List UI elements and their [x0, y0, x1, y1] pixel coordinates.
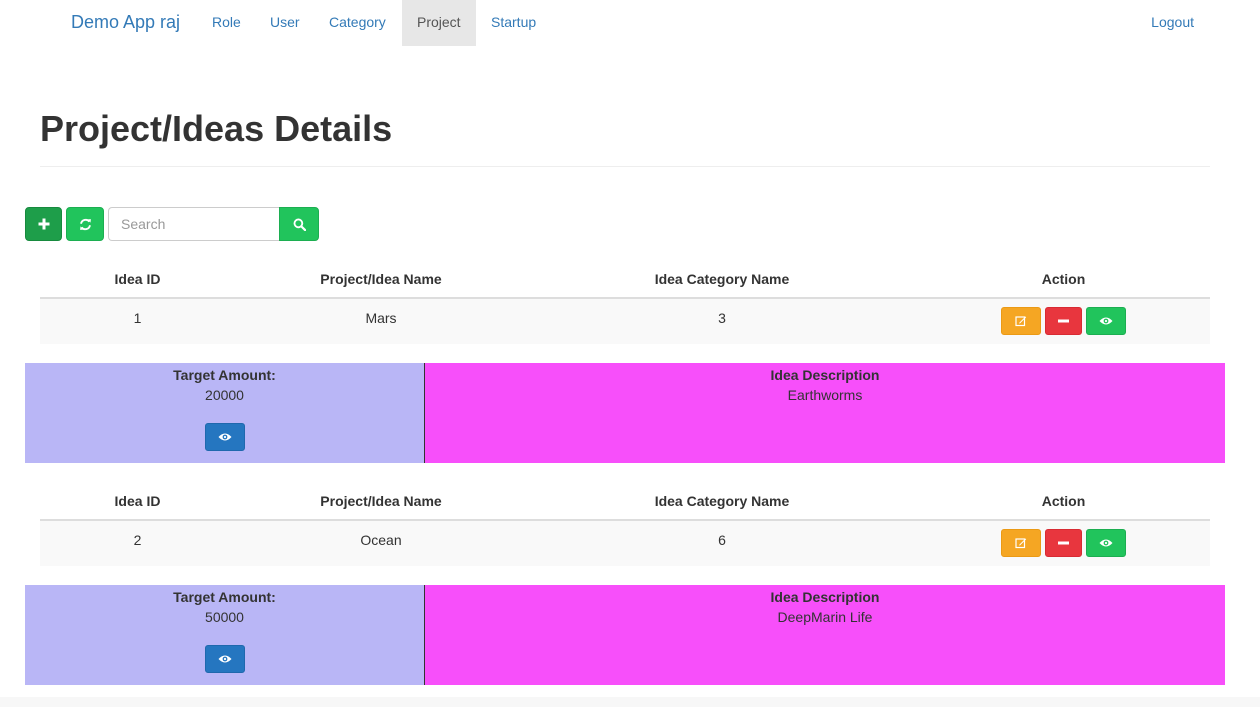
header-idea-name: Project/Idea Name [320, 493, 442, 509]
idea-description-panel: Idea Description Earthworms [425, 363, 1225, 463]
delete-button[interactable] [1045, 529, 1082, 557]
refresh-icon [67, 208, 103, 240]
target-amount-value: 20000 [205, 387, 244, 403]
search-button[interactable] [279, 207, 319, 241]
add-button[interactable] [25, 207, 62, 241]
nav-item-role[interactable]: Role [197, 0, 256, 46]
navbar: Demo App raj Role User Category Project … [0, 0, 1260, 46]
nav-item-category[interactable]: Category [314, 0, 401, 46]
delete-button[interactable] [1045, 307, 1082, 335]
cell-idea-id: 1 [133, 310, 142, 326]
edit-icon [1002, 530, 1040, 556]
header-category-name: Idea Category Name [654, 271, 790, 287]
search-icon [280, 208, 318, 240]
header-action: Action [1041, 493, 1086, 509]
logout-link[interactable]: Logout [1151, 0, 1194, 46]
plus-icon [26, 208, 61, 240]
nav-item-startup[interactable]: Startup [476, 0, 551, 46]
cell-idea-id: 2 [133, 532, 142, 548]
eye-icon [1087, 530, 1125, 556]
target-amount-label: Target Amount: [173, 589, 276, 605]
idea-description-label: Idea Description [770, 367, 880, 383]
minus-icon [1046, 308, 1081, 334]
edit-button[interactable] [1001, 529, 1041, 557]
edit-icon [1002, 308, 1040, 334]
page-title: Project/Ideas Details [40, 108, 393, 149]
idea-description-value: Earthworms [787, 387, 863, 403]
idea-description-label: Idea Description [770, 589, 880, 605]
eye-icon [206, 646, 244, 672]
target-amount-panel: Target Amount: 50000 [25, 585, 425, 685]
view-amount-button[interactable] [205, 645, 245, 673]
header-category-name: Idea Category Name [654, 493, 790, 509]
idea-record: Idea ID Project/Idea Name Idea Category … [0, 261, 1260, 361]
eye-icon [206, 424, 244, 450]
cell-category-name: 3 [718, 310, 726, 326]
cell-idea-name: Ocean [360, 532, 402, 548]
nav-item-project[interactable]: Project [402, 0, 476, 46]
idea-detail-panel: Target Amount: 20000 Idea Description Ea… [25, 363, 1225, 463]
target-amount-panel: Target Amount: 20000 [25, 363, 425, 463]
title-divider [40, 166, 1210, 167]
minus-icon [1046, 530, 1081, 556]
header-idea-id: Idea ID [114, 493, 161, 509]
header-action: Action [1041, 271, 1086, 287]
eye-icon [1087, 308, 1125, 334]
idea-description-value: DeepMarin Life [777, 609, 873, 625]
header-idea-name: Project/Idea Name [320, 271, 442, 287]
brand-link[interactable]: Demo App raj [71, 0, 180, 46]
cell-idea-name: Mars [365, 310, 397, 326]
cell-category-name: 6 [718, 532, 726, 548]
edit-button[interactable] [1001, 307, 1041, 335]
refresh-button[interactable] [66, 207, 104, 241]
page-footer-strip [0, 697, 1260, 707]
target-amount-value: 50000 [205, 609, 244, 625]
idea-description-panel: Idea Description DeepMarin Life [425, 585, 1225, 685]
nav-item-user[interactable]: User [255, 0, 315, 46]
header-idea-id: Idea ID [114, 271, 161, 287]
idea-record: Idea ID Project/Idea Name Idea Category … [0, 483, 1260, 583]
idea-detail-panel: Target Amount: 50000 Idea Description De… [25, 585, 1225, 685]
view-button[interactable] [1086, 307, 1126, 335]
view-button[interactable] [1086, 529, 1126, 557]
view-amount-button[interactable] [205, 423, 245, 451]
search-input[interactable] [108, 207, 280, 241]
target-amount-label: Target Amount: [173, 367, 276, 383]
